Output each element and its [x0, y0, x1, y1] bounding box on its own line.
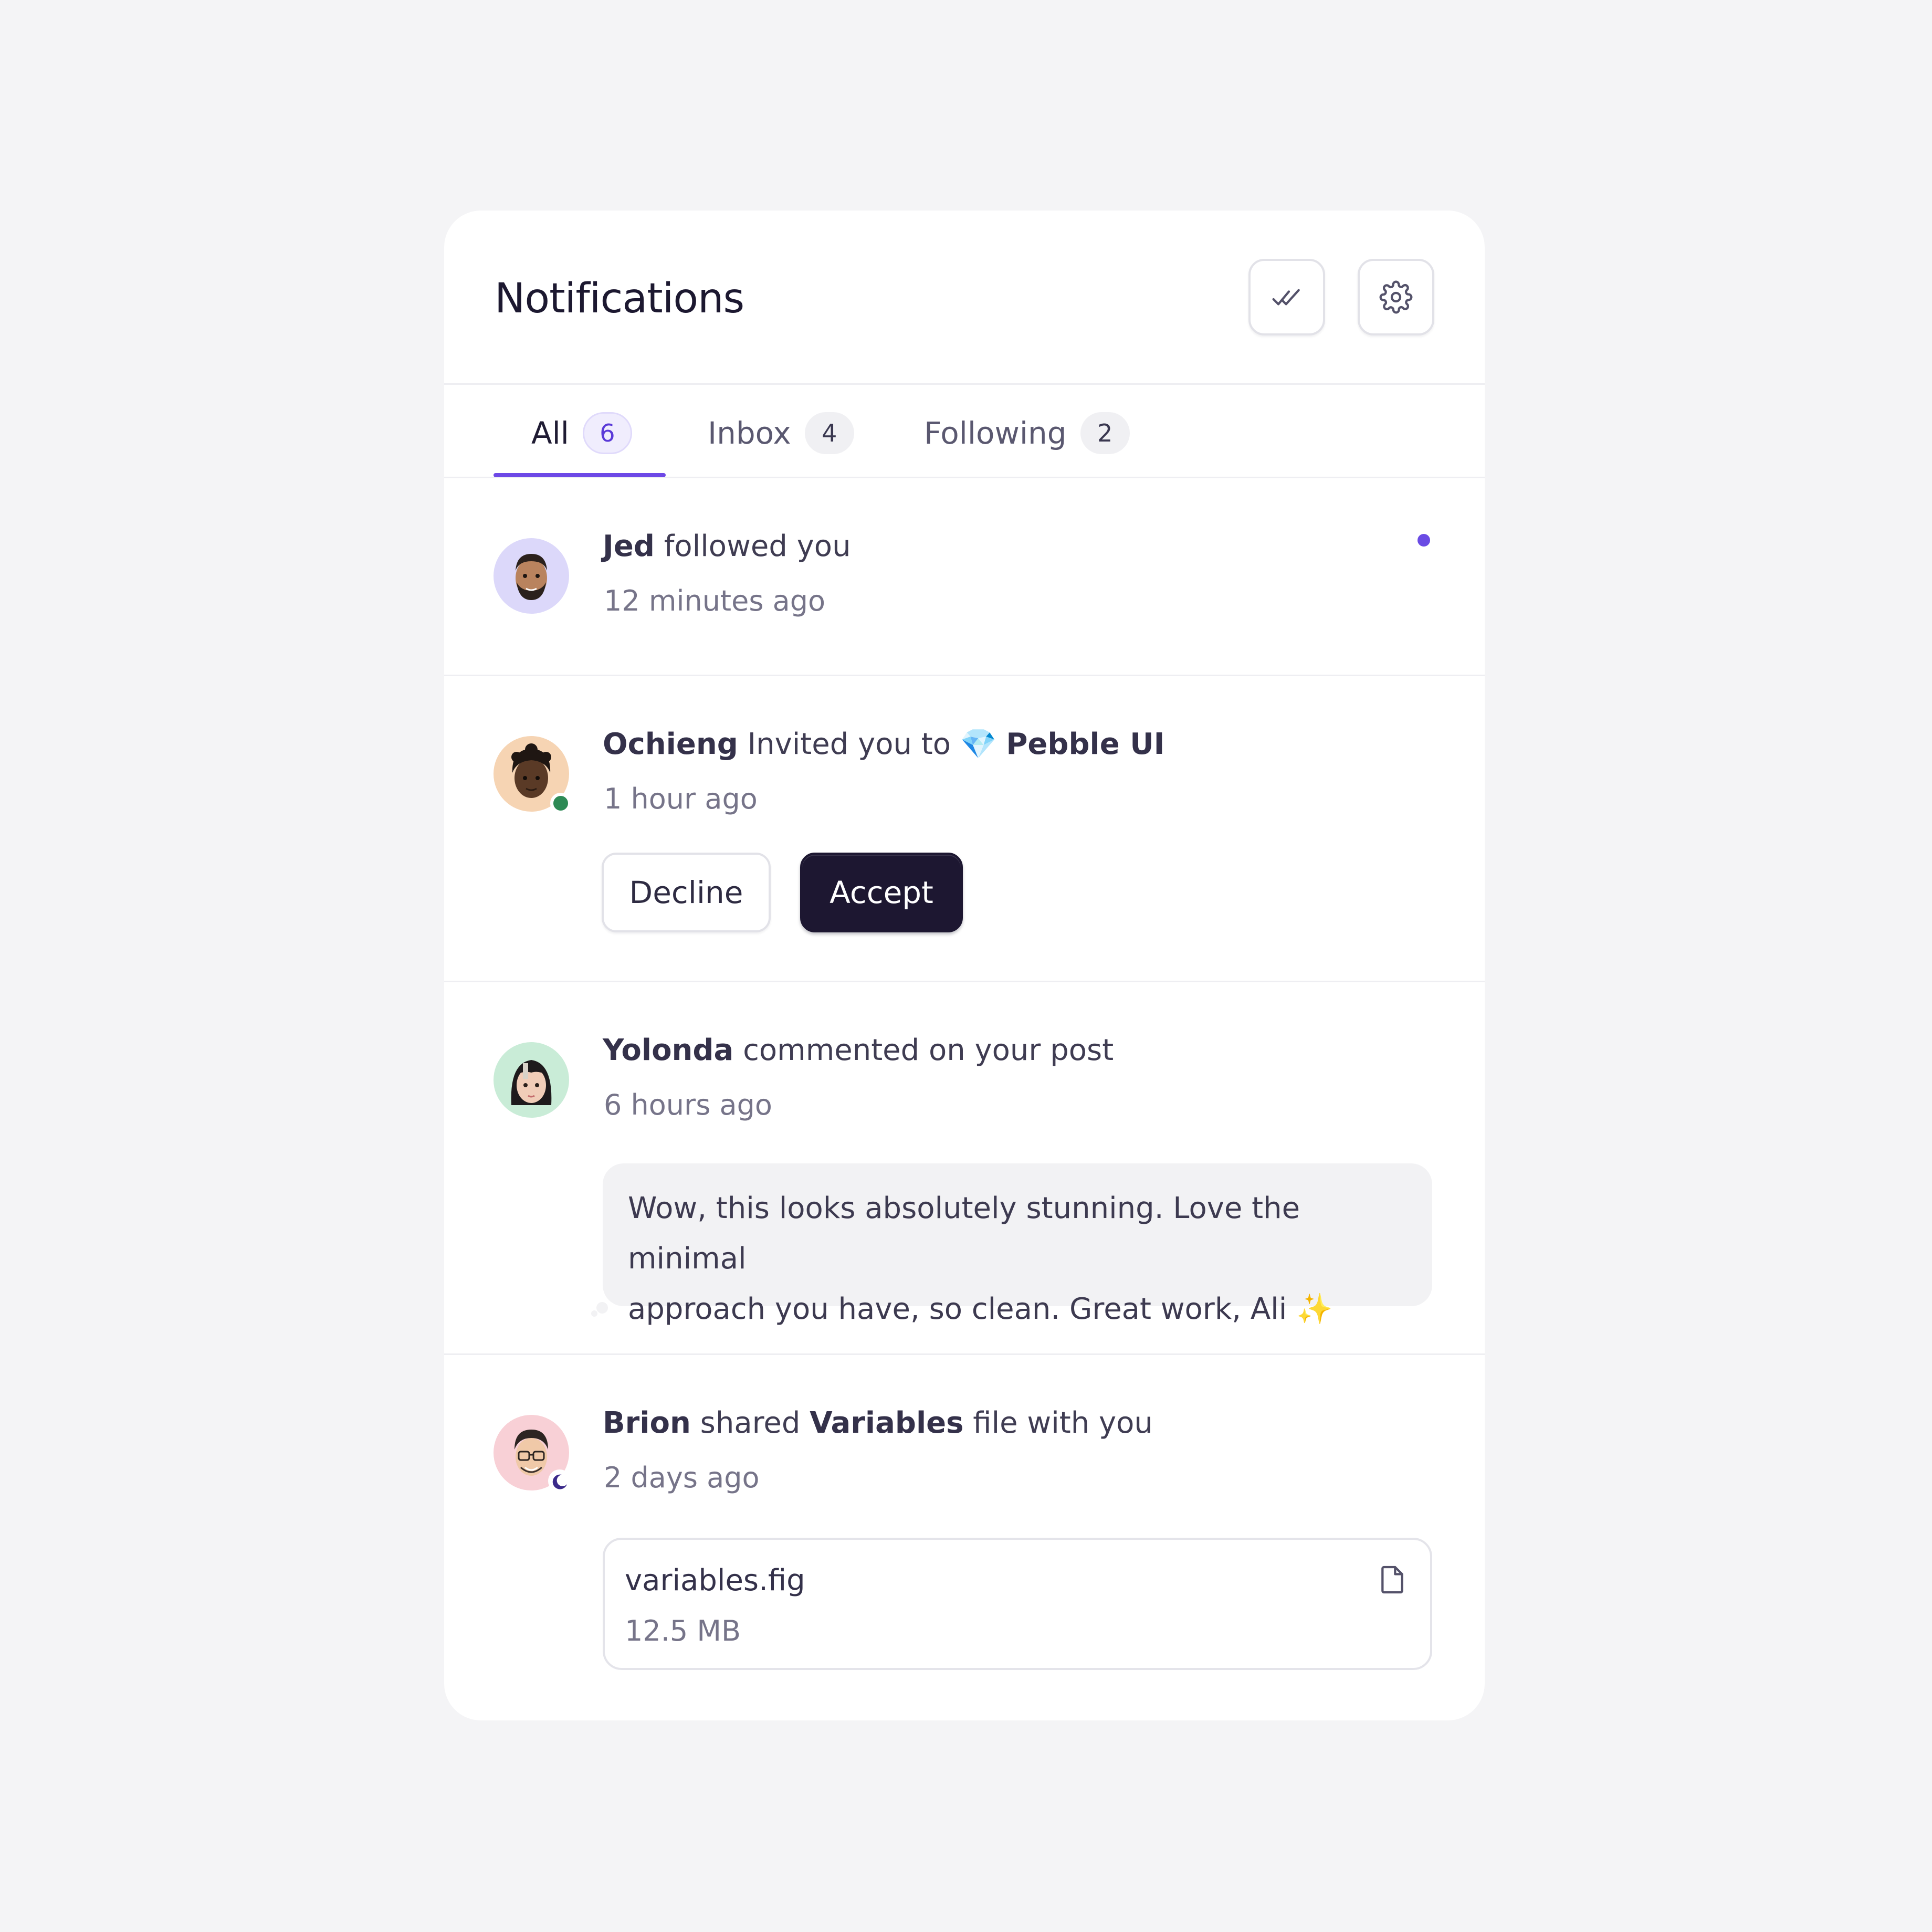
action-text: followed you [654, 529, 851, 563]
timestamp: 2 days ago [604, 1461, 760, 1494]
active-tab-indicator [494, 473, 666, 477]
tab-bar: All 6 Inbox 4 Following 2 [444, 385, 1485, 478]
actor-name: Yolonda [603, 1033, 734, 1067]
notification-text: Yolonda commented on your post [603, 1030, 1114, 1072]
actor-name: Jed [603, 529, 655, 563]
notification-text: Ochieng Invited you to 💎 Pebble UI [603, 723, 1165, 765]
file-icon [1381, 1566, 1403, 1594]
file-size: 12.5 MB [625, 1614, 741, 1647]
tab-label: All [531, 415, 569, 451]
comment-text: approach you have, so clean. Great work,… [628, 1292, 1297, 1326]
invite-target: Pebble UI [1006, 727, 1165, 761]
tab-label: Following [924, 415, 1067, 451]
notification-text: Jed followed you [603, 526, 851, 568]
tab-following[interactable]: Following 2 [924, 412, 1130, 454]
avatar [494, 1415, 571, 1493]
gem-icon: 💎 [960, 727, 997, 761]
tab-inbox[interactable]: Inbox 4 [708, 412, 854, 454]
double-check-icon [1272, 289, 1300, 306]
settings-button[interactable] [1358, 259, 1434, 335]
moon-icon [552, 1474, 567, 1489]
avatar [494, 1042, 569, 1118]
notification-item[interactable]: Jed followed you 12 minutes ago [444, 478, 1485, 676]
online-status-indicator [550, 793, 571, 814]
action-text: shared [690, 1406, 810, 1440]
file-name: variables.fig [625, 1563, 805, 1598]
actor-name: Brion [603, 1406, 691, 1440]
comment-text-line: Wow, this looks absolutely stunning. Lov… [628, 1191, 1300, 1276]
avatar-image [494, 1042, 569, 1118]
avatar [494, 736, 571, 814]
comment-text-line: approach you have, so clean. Great work,… [628, 1284, 1407, 1335]
action-text: commented on your post [733, 1033, 1114, 1067]
tab-count-badge: 2 [1080, 412, 1130, 454]
unread-indicator [1418, 534, 1430, 547]
tab-all[interactable]: All 6 [531, 412, 632, 454]
avatar [494, 538, 569, 614]
decline-button[interactable]: Decline [602, 853, 771, 932]
timestamp: 1 hour ago [604, 782, 758, 815]
timestamp: 12 minutes ago [604, 584, 826, 617]
action-text: Invited you to [738, 727, 960, 761]
notification-item[interactable]: Ochieng Invited you to 💎 Pebble UI 1 hou… [444, 676, 1485, 982]
gear-icon [1379, 280, 1413, 314]
mark-all-read-button[interactable] [1248, 259, 1325, 335]
actor-name: Ochieng [603, 727, 738, 761]
action-text: file with you [963, 1406, 1153, 1440]
tab-count-badge: 4 [804, 412, 854, 454]
panel-header: Notifications [444, 211, 1485, 385]
notification-text: Brion shared Variables file with you [603, 1402, 1153, 1444]
sparkles-icon: ✨ [1296, 1292, 1333, 1326]
away-status-indicator [548, 1469, 571, 1493]
comment-bubble: Wow, this looks absolutely stunning. Lov… [603, 1163, 1432, 1326]
timestamp: 6 hours ago [604, 1088, 772, 1121]
page-title: Notifications [495, 275, 744, 322]
comment-bubble-tail [591, 1310, 597, 1317]
accept-button[interactable]: Accept [800, 853, 963, 932]
comment-bubble-tail [596, 1302, 608, 1314]
tab-label: Inbox [708, 415, 791, 451]
file-attachment[interactable]: variables.fig 12.5 MB [603, 1538, 1432, 1670]
avatar-image [494, 538, 569, 614]
notifications-panel: Notifications All 6 Inbox 4 Following 2 … [444, 211, 1485, 1720]
tab-count-badge: 6 [582, 412, 632, 454]
shared-file-title: Variables [810, 1406, 964, 1440]
